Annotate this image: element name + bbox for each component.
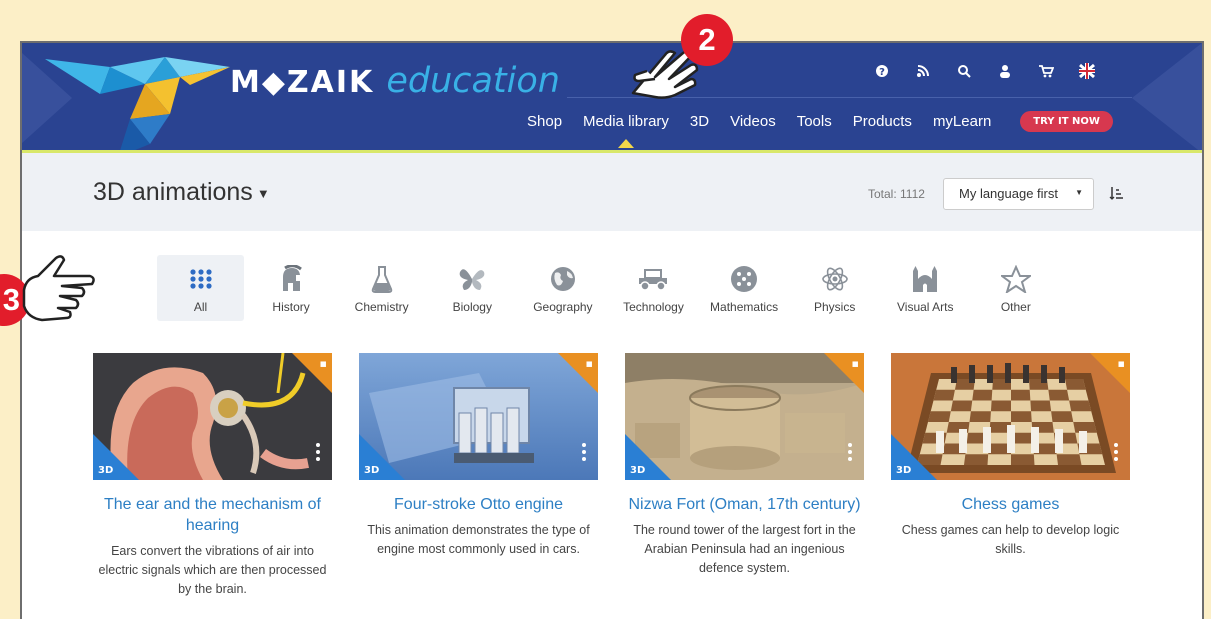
svg-text:?: ? [879, 67, 885, 78]
nav-mylearn[interactable]: myLearn [933, 113, 991, 130]
category-filters: All History Chemistry Biology Geography [157, 255, 1063, 321]
page-title-text: 3D animations [93, 178, 253, 206]
category-mathematics[interactable]: Mathematics [701, 255, 788, 321]
sort-order-icon[interactable] [1109, 186, 1123, 204]
nav-media-library[interactable]: Media library [583, 113, 669, 148]
search-icon[interactable] [954, 61, 974, 81]
card-title[interactable]: Chess games [891, 494, 1130, 515]
card-thumbnail-engine[interactable]: ▪ 3D [359, 353, 598, 480]
category-label: Biology [452, 300, 492, 314]
nav-tools[interactable]: Tools [797, 113, 832, 130]
category-technology[interactable]: Technology [610, 255, 697, 321]
butterfly-icon [458, 264, 486, 294]
badge-3d-label: 3D [630, 465, 646, 476]
nav-videos[interactable]: Videos [730, 113, 776, 130]
nav-3d[interactable]: 3D [690, 113, 709, 130]
media-card-chess[interactable]: ▪ 3D Chess games Chess games can help to… [891, 353, 1130, 559]
rss-icon[interactable] [913, 61, 933, 81]
category-other[interactable]: Other [972, 255, 1059, 321]
sort-select-value: My language first [959, 186, 1058, 201]
category-label: Technology [623, 300, 684, 314]
gift-icon: ▪ [585, 357, 593, 370]
gift-icon: ▪ [851, 357, 859, 370]
utility-icons: ? [872, 61, 1097, 81]
atom-icon [821, 264, 849, 294]
step-badge-2: 2 [681, 14, 733, 66]
helmet-icon [279, 264, 303, 294]
gift-icon: ▪ [319, 357, 327, 370]
category-label: All [193, 300, 208, 314]
category-chemistry[interactable]: Chemistry [338, 255, 425, 321]
site-header: M◆ZAIK education ? Shop Media library 3D… [22, 43, 1202, 153]
page-title[interactable]: 3D animations ▼ [93, 178, 270, 207]
more-options-icon[interactable] [1114, 443, 1118, 461]
brand-logo[interactable]: M◆ZAIK education [230, 61, 560, 101]
user-icon[interactable] [995, 61, 1015, 81]
flask-icon [371, 264, 393, 294]
header-decoration [1132, 43, 1202, 150]
pointing-hand-icon [22, 255, 95, 322]
star-icon [1000, 264, 1031, 294]
car-icon [637, 264, 669, 294]
caret-down-icon: ▼ [256, 185, 270, 201]
card-thumbnail-ear[interactable]: ▪ 3D [93, 353, 332, 480]
card-thumbnail-fort[interactable]: ▪ 3D [625, 353, 864, 480]
total-count: Total: 1112 [868, 187, 925, 201]
media-card-fort[interactable]: ▪ 3D Nizwa Fort (Oman, 17th century) The… [625, 353, 864, 578]
badge-3d-label: 3D [896, 465, 912, 476]
more-options-icon[interactable] [582, 443, 586, 461]
category-label: Geography [533, 300, 593, 314]
category-visual-arts[interactable]: Visual Arts [882, 255, 969, 321]
category-label: Other [1000, 300, 1031, 314]
category-biology[interactable]: Biology [429, 255, 516, 321]
category-all[interactable]: All [157, 255, 244, 321]
category-label: Chemistry [354, 300, 409, 314]
nav-shop[interactable]: Shop [527, 113, 562, 130]
gift-icon: ▪ [1117, 357, 1125, 370]
more-options-icon[interactable] [316, 443, 320, 461]
more-options-icon[interactable] [848, 443, 852, 461]
card-description: Ears convert the vibrations of air into … [98, 544, 327, 596]
category-label: History [272, 300, 310, 314]
main-nav: Shop Media library 3D Videos Tools Produ… [527, 111, 1113, 148]
globe-icon [549, 264, 577, 294]
uk-flag-icon[interactable] [1077, 61, 1097, 81]
sort-select[interactable]: My language first ▼ [943, 178, 1094, 210]
brand-suffix: education [386, 61, 560, 101]
help-icon[interactable]: ? [872, 61, 892, 81]
media-card-ear[interactable]: ▪ 3D The ear and the mechanism of hearin… [93, 353, 332, 599]
category-label: Mathematics [710, 300, 779, 314]
card-thumbnail-chess[interactable]: ▪ 3D [891, 353, 1130, 480]
category-label: Visual Arts [897, 300, 954, 314]
media-card-engine[interactable]: ▪ 3D Four-stroke Otto engine This animat… [359, 353, 598, 559]
nav-products[interactable]: Products [853, 113, 912, 130]
category-physics[interactable]: Physics [791, 255, 878, 321]
badge-3d-label: 3D [364, 465, 380, 476]
brand-name: M◆ZAIK [230, 65, 375, 100]
select-arrow-icon: ▼ [1075, 188, 1083, 197]
badge-3d-label: 3D [98, 465, 114, 476]
category-geography[interactable]: Geography [519, 255, 606, 321]
dice-icon [730, 264, 758, 294]
category-label: Physics [813, 300, 856, 314]
kingfisher-logo-icon[interactable] [40, 49, 230, 153]
card-title[interactable]: Four-stroke Otto engine [359, 494, 598, 515]
card-title[interactable]: The ear and the mechanism of hearing [93, 494, 332, 536]
card-description: This animation demonstrates the type of … [367, 523, 590, 556]
card-description: The round tower of the largest fort in t… [633, 523, 856, 575]
building-icon [911, 264, 939, 294]
try-it-now-button[interactable]: TRY IT NOW [1020, 111, 1113, 132]
category-history[interactable]: History [248, 255, 335, 321]
cart-icon[interactable] [1036, 61, 1056, 81]
card-title[interactable]: Nizwa Fort (Oman, 17th century) [625, 494, 864, 515]
browser-frame: M◆ZAIK education ? Shop Media library 3D… [22, 43, 1202, 619]
grid-icon [189, 264, 213, 294]
card-description: Chess games can help to develop logic sk… [901, 523, 1120, 556]
subheader-bar: 3D animations ▼ Total: 1112 My language f… [22, 153, 1202, 231]
